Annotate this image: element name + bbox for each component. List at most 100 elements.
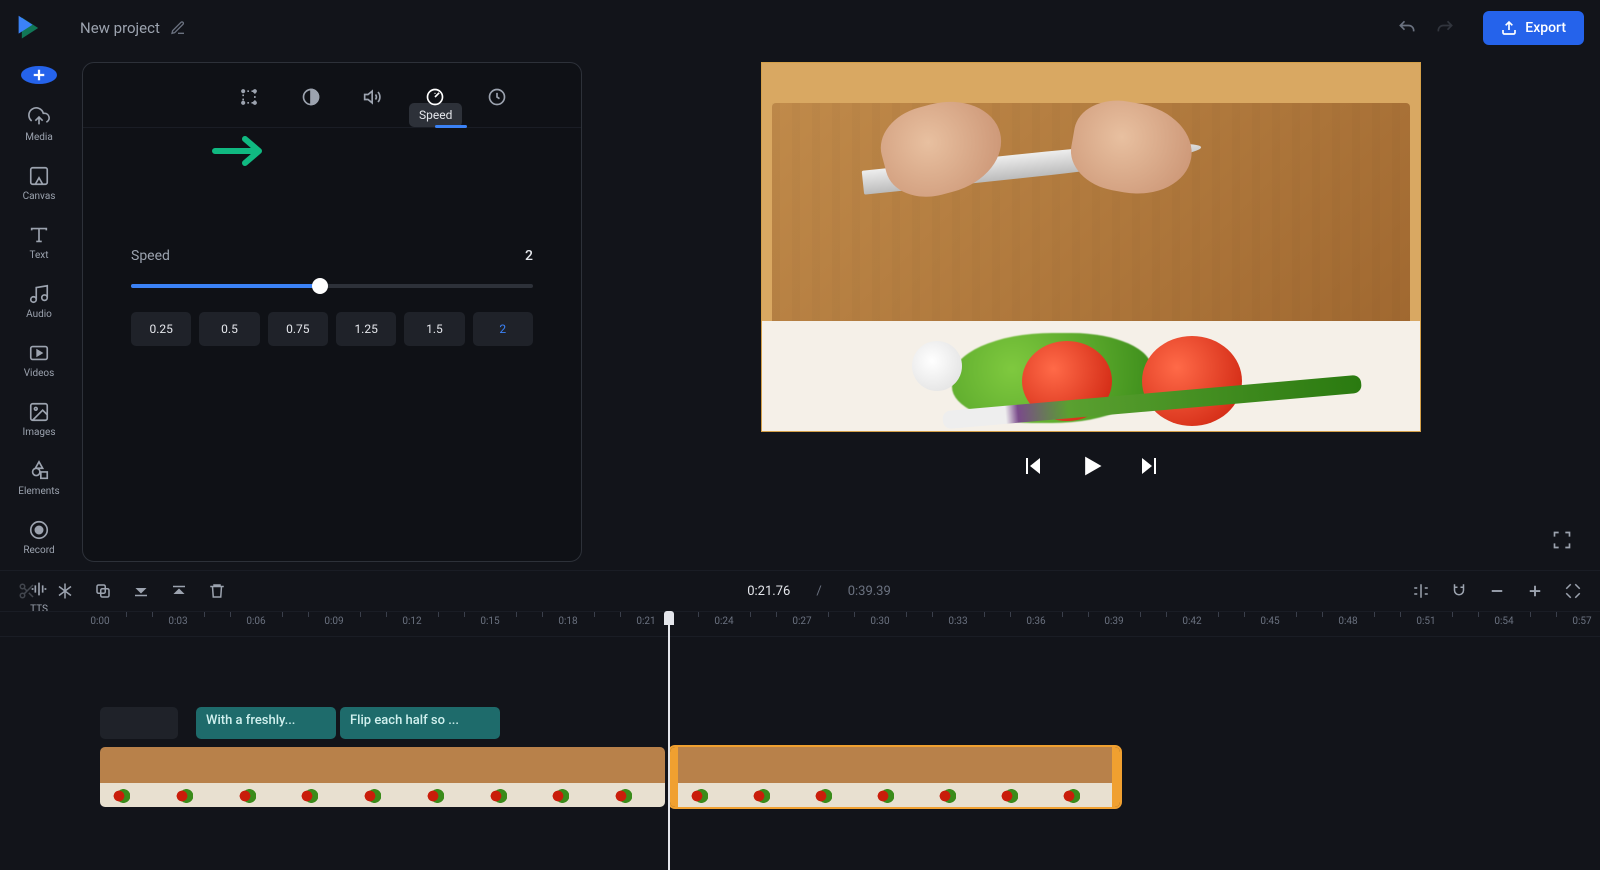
tab-speed[interactable] bbox=[419, 81, 451, 113]
ruler[interactable]: 0:000:030:060:090:120:150:180:210:240:27… bbox=[0, 611, 1600, 637]
clip-handle-left[interactable] bbox=[670, 747, 678, 807]
edit-icon[interactable] bbox=[170, 20, 186, 36]
clock-icon bbox=[487, 87, 507, 107]
play-button[interactable] bbox=[1077, 452, 1105, 484]
clip-thumbnail bbox=[678, 747, 740, 807]
zoom-out-button[interactable] bbox=[1488, 582, 1506, 600]
speed-slider[interactable] bbox=[131, 284, 533, 288]
cut-button bbox=[18, 582, 36, 600]
main-area: Media Canvas Text Audio Videos Images El… bbox=[0, 56, 1600, 570]
freeze-button[interactable] bbox=[56, 582, 74, 600]
ruler-tick: 0:36 bbox=[1026, 616, 1045, 627]
redo-icon bbox=[1435, 18, 1455, 38]
ruler-tick: 0:15 bbox=[480, 616, 499, 627]
sidebar-item-videos[interactable]: Videos bbox=[24, 342, 55, 379]
undo-icon[interactable] bbox=[1397, 18, 1417, 38]
slider-thumb[interactable] bbox=[312, 278, 328, 294]
speed-preset-0-5[interactable]: 0.5 bbox=[199, 312, 259, 346]
magnet-icon bbox=[1450, 582, 1468, 600]
ruler-tick: 0:39 bbox=[1104, 616, 1123, 627]
skip-back-button[interactable] bbox=[1021, 454, 1045, 482]
clip-thumbnail bbox=[1050, 747, 1112, 807]
layer-up-button[interactable] bbox=[132, 582, 150, 600]
speed-preset-1-5[interactable]: 1.5 bbox=[404, 312, 464, 346]
speed-label: Speed bbox=[131, 248, 170, 264]
ruler-tick: 0:06 bbox=[246, 616, 265, 627]
ruler-tick: 0:18 bbox=[558, 616, 577, 627]
tab-duration[interactable] bbox=[481, 81, 513, 113]
fullscreen-button[interactable] bbox=[1552, 530, 1572, 554]
vegetable-row bbox=[762, 321, 1420, 431]
add-button[interactable] bbox=[21, 66, 57, 84]
layer-down-button[interactable] bbox=[170, 582, 188, 600]
project-title[interactable]: New project bbox=[80, 19, 160, 37]
copy-icon bbox=[94, 582, 112, 600]
caption-track: With a freshly...Flip each half so ... bbox=[0, 707, 1600, 739]
snap-button[interactable] bbox=[1450, 582, 1468, 600]
caption-clip[interactable]: With a freshly... bbox=[196, 707, 336, 739]
sidebar: Media Canvas Text Audio Videos Images El… bbox=[0, 56, 78, 570]
minus-icon bbox=[1488, 582, 1506, 600]
timeline-toolbar: 0:21.76 / 0:39.39 bbox=[0, 571, 1600, 611]
clip-thumbnail bbox=[477, 747, 540, 807]
fit-button[interactable] bbox=[1564, 582, 1582, 600]
delete-button[interactable] bbox=[208, 582, 226, 600]
clip-handle-right[interactable] bbox=[1112, 747, 1120, 807]
volume-icon bbox=[363, 87, 383, 107]
cloud-upload-icon bbox=[28, 106, 50, 128]
layer-down-icon bbox=[170, 582, 188, 600]
clip-thumbnail bbox=[602, 747, 665, 807]
clip-thumbnail bbox=[100, 747, 163, 807]
sidebar-item-audio[interactable]: Audio bbox=[26, 283, 52, 320]
sidebar-label: Canvas bbox=[23, 191, 56, 202]
sidebar-label: Videos bbox=[24, 368, 55, 379]
video-clip[interactable] bbox=[100, 747, 665, 807]
video-clip[interactable] bbox=[670, 747, 1120, 807]
clip-thumbnail bbox=[802, 747, 864, 807]
tab-underline bbox=[435, 125, 467, 128]
sidebar-item-media[interactable]: Media bbox=[25, 106, 53, 143]
caption-placeholder[interactable] bbox=[100, 707, 178, 739]
speed-preset-2[interactable]: 2 bbox=[473, 312, 533, 346]
speed-preset-0-75[interactable]: 0.75 bbox=[268, 312, 328, 346]
tab-volume[interactable] bbox=[357, 81, 389, 113]
app-logo bbox=[16, 14, 44, 42]
sidebar-item-canvas[interactable]: Canvas bbox=[23, 165, 56, 202]
tab-transform[interactable] bbox=[233, 81, 265, 113]
sidebar-item-elements[interactable]: Elements bbox=[18, 460, 59, 497]
ruler-tick: 0:54 bbox=[1494, 616, 1513, 627]
sidebar-item-record[interactable]: Record bbox=[23, 519, 54, 556]
ruler-tick: 0:45 bbox=[1260, 616, 1279, 627]
slider-fill bbox=[131, 284, 320, 288]
zoom-in-button[interactable] bbox=[1526, 582, 1544, 600]
play-icon bbox=[1077, 452, 1105, 480]
music-icon bbox=[28, 283, 50, 305]
preview-frame[interactable] bbox=[761, 62, 1421, 432]
fit-icon bbox=[1564, 582, 1582, 600]
crop-icon bbox=[239, 87, 259, 107]
sidebar-label: Record bbox=[23, 545, 54, 556]
tab-adjust[interactable] bbox=[295, 81, 327, 113]
ruler-tick: 0:48 bbox=[1338, 616, 1357, 627]
plus-icon bbox=[1526, 582, 1544, 600]
clip-thumbnail bbox=[163, 747, 226, 807]
speed-preset-1-25[interactable]: 1.25 bbox=[336, 312, 396, 346]
caption-clip[interactable]: Flip each half so ... bbox=[340, 707, 500, 739]
trash-icon bbox=[208, 582, 226, 600]
ruler-tick: 0:27 bbox=[792, 616, 811, 627]
text-icon bbox=[28, 224, 50, 246]
sidebar-item-text[interactable]: Text bbox=[28, 224, 50, 261]
split-view-button[interactable] bbox=[1412, 582, 1430, 600]
clip-thumbnail bbox=[988, 747, 1050, 807]
skip-forward-button[interactable] bbox=[1137, 454, 1161, 482]
time-separator: / bbox=[816, 584, 821, 599]
duplicate-button[interactable] bbox=[94, 582, 112, 600]
header: New project Export bbox=[0, 0, 1600, 56]
export-button[interactable]: Export bbox=[1483, 11, 1584, 45]
tracks[interactable]: With a freshly...Flip each half so ... bbox=[0, 637, 1600, 870]
clip-thumbnail bbox=[740, 747, 802, 807]
speed-preset-0-25[interactable]: 0.25 bbox=[131, 312, 191, 346]
playhead[interactable] bbox=[668, 611, 670, 870]
ruler-tick: 0:12 bbox=[402, 616, 421, 627]
sidebar-item-images[interactable]: Images bbox=[22, 401, 55, 438]
